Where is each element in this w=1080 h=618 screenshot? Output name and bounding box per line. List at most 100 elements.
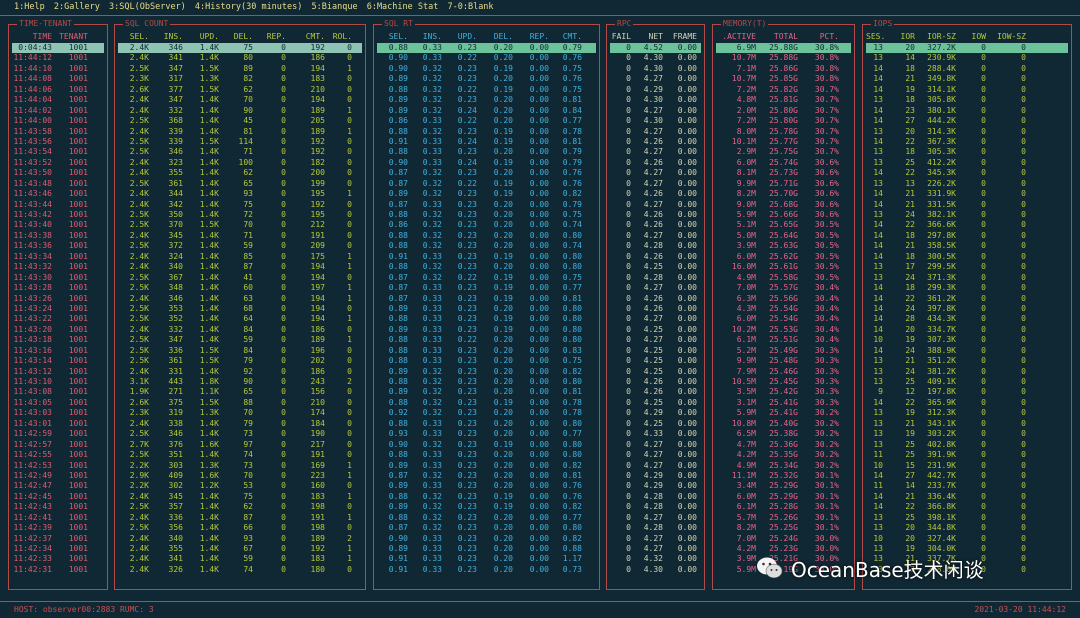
table-row: 2.9M 25.75G 30.7% xyxy=(716,147,851,157)
table-cell: 25.38G xyxy=(769,429,798,439)
table-cell: 0.78 xyxy=(562,397,582,407)
table-row: 14 21 331.9K 0 0 xyxy=(866,189,1068,199)
table-row: 11:43:34 1001 xyxy=(12,252,104,262)
table-row: 5.7M 25.26G 30.1% xyxy=(716,513,851,523)
table-cell: 11:43:20 xyxy=(13,324,52,334)
table-cell: 0.00 xyxy=(529,220,549,230)
table-cell: 0 xyxy=(347,210,352,219)
table-cell: 0 xyxy=(281,523,286,533)
table-cell: 0 xyxy=(981,523,986,533)
table-cell: 0.00 xyxy=(677,324,697,334)
bottom-divider xyxy=(0,601,1080,602)
table-row: 0.87 0.33 0.23 0.19 0.00 0.81 xyxy=(377,294,596,304)
table-cell: 191 xyxy=(310,512,325,522)
table-cell: 0.32 xyxy=(422,272,442,282)
table-cell: 0.88 xyxy=(388,450,408,460)
table-cell: 4.7M xyxy=(736,439,756,449)
table-cell: 0 xyxy=(281,439,286,449)
table-cell: 30.2% xyxy=(814,460,839,470)
table-cell: 0.82 xyxy=(562,189,582,199)
table-cell: 0.76 xyxy=(562,491,582,501)
table-cell: 344 xyxy=(168,189,183,199)
table-row: 11:43:05 1001 xyxy=(12,398,104,408)
table-cell: 0 xyxy=(626,199,631,209)
table-cell: 0 xyxy=(1021,283,1026,293)
table-cell: 0.23 xyxy=(457,356,477,366)
column-header: INS. xyxy=(163,32,183,41)
table-row: 11:43:28 1001 xyxy=(12,283,104,293)
table-cell: 25.46G xyxy=(769,366,798,376)
table-cell: 361 xyxy=(168,356,183,366)
table-row: 0.87 0.32 0.23 0.20 0.00 0.81 xyxy=(377,471,596,481)
menu-gallery[interactable]: 2:Gallery xyxy=(54,2,100,12)
table-cell: 0 xyxy=(981,502,986,512)
table-cell: 73 xyxy=(243,429,253,439)
table-cell: 0.32 xyxy=(422,366,442,376)
table-cell: 18 xyxy=(905,95,915,105)
table-cell: 2.4K xyxy=(129,262,149,272)
table-cell: 1.4K xyxy=(199,168,219,178)
table-cell: 0.77 xyxy=(562,429,582,439)
table-cell: 0.22 xyxy=(457,116,477,126)
table-row: 14 24 397.8K 0 0 xyxy=(866,304,1068,314)
menu-history[interactable]: 4:History(30 minutes) xyxy=(195,2,302,12)
table-cell: 0 xyxy=(347,84,352,94)
table-cell: 1.4K xyxy=(199,429,219,439)
menu-help[interactable]: 1:Help xyxy=(14,2,45,12)
table-cell: 0.23 xyxy=(457,470,477,480)
table-cell: 0.20 xyxy=(493,564,513,574)
table-cell: 4.27 xyxy=(643,147,663,157)
table-cell: 0 xyxy=(1021,303,1026,313)
table-cell: 0 xyxy=(626,324,631,334)
table-cell: 9.9M xyxy=(736,178,756,188)
table-row: 11:42:41 1001 xyxy=(12,513,104,523)
menu-machine-stat[interactable]: 6:Machine Stat xyxy=(367,2,439,12)
table-cell: 194 xyxy=(310,303,325,313)
table-cell: 25.77G xyxy=(769,136,798,146)
table-cell: 0 xyxy=(347,324,352,334)
table-cell: 0.23 xyxy=(457,293,477,303)
table-row: 0 4.26 0.00 xyxy=(610,377,701,387)
table-cell: 0.87 xyxy=(388,168,408,178)
table-cell: 13 xyxy=(905,178,915,188)
table-row: 0.87 0.33 0.23 0.20 0.00 0.79 xyxy=(377,200,596,210)
table-cell: 1001 xyxy=(68,251,88,261)
table-cell: 4.30 xyxy=(643,53,663,63)
table-cell: 0.32 xyxy=(422,262,442,272)
panel-title: TIME-TENANT xyxy=(17,19,74,29)
table-cell: 11:43:08 xyxy=(13,387,52,397)
table-cell: 20 xyxy=(905,523,915,533)
table-cell: 189 xyxy=(310,335,325,345)
table-cell: 0.89 xyxy=(388,105,408,115)
table-cell: 7.2M xyxy=(736,116,756,126)
table-row: 0.87 0.32 0.23 0.20 0.00 0.80 xyxy=(377,523,596,533)
table-cell: 25.40G xyxy=(769,418,798,428)
table-cell: 1001 xyxy=(68,512,88,522)
table-cell: 1001 xyxy=(68,491,88,501)
table-cell: 60 xyxy=(243,283,253,293)
table-cell: 13 xyxy=(873,210,883,219)
table-cell: 2.4K xyxy=(129,199,149,209)
table-cell: 0 xyxy=(347,43,352,52)
table-row: 16.0M 25.61G 30.5% xyxy=(716,262,851,272)
table-row: 0 4.29 0.00 xyxy=(610,481,701,491)
menu-sql-observer[interactable]: 3:SQL(ObServer) xyxy=(109,2,186,12)
table-cell: 0.00 xyxy=(529,439,549,449)
table-cell: 0.76 xyxy=(562,168,582,178)
menu-bianque[interactable]: 5:Bianque xyxy=(312,2,358,12)
table-cell: 4.25 xyxy=(643,397,663,407)
table-cell: 1.4K xyxy=(199,241,219,251)
table-cell: 307.3K xyxy=(927,335,956,345)
data-rows: 6.9M 25.88G 30.8% 10.7M 25.88G 30.8% 7.1M 25.86… xyxy=(716,43,851,575)
table-row: 0 4.25 0.00 xyxy=(610,346,701,356)
menu-blank[interactable]: 7-0:Blank xyxy=(447,2,493,12)
table-cell: 30.7% xyxy=(814,126,839,136)
table-row: 2.5K 372 1.4K 59 0 209 0 xyxy=(118,241,362,251)
table-row: 0.88 0.33 0.23 0.20 0.00 0.79 xyxy=(377,43,596,54)
table-cell: 0.80 xyxy=(562,251,582,261)
table-cell: 0.00 xyxy=(677,43,697,52)
table-cell: 0 xyxy=(981,387,986,397)
table-cell: 0.23 xyxy=(457,147,477,157)
table-cell: 0.33 xyxy=(422,314,442,324)
table-cell: 21 xyxy=(905,356,915,366)
